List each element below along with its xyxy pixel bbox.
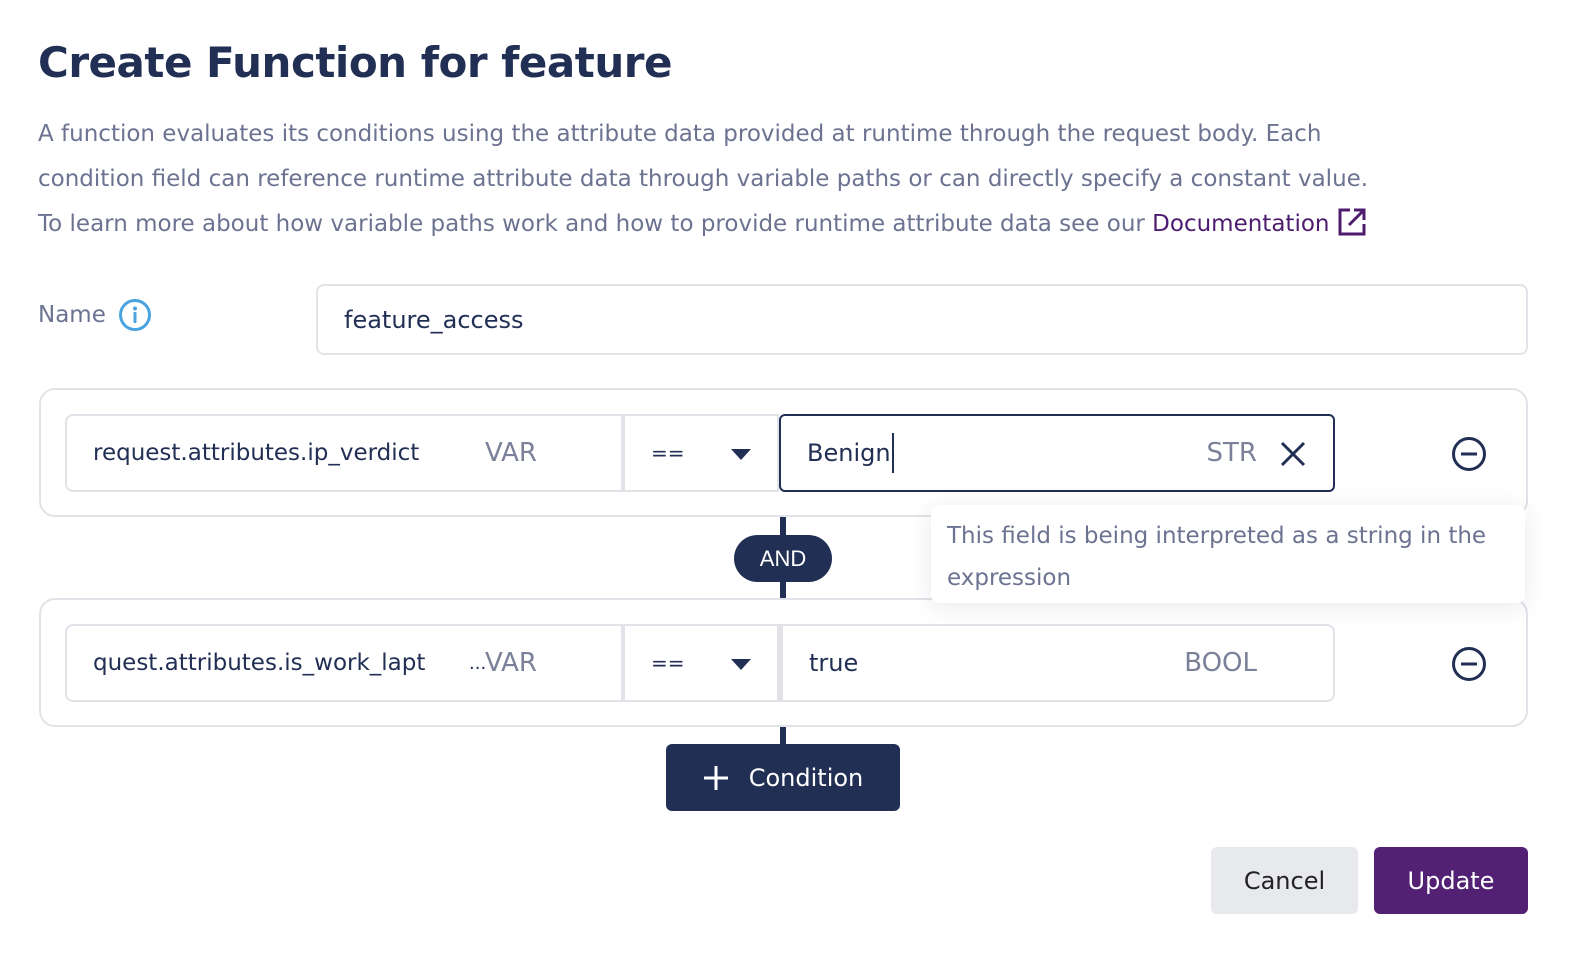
documentation-link-label[interactable]: Documentation — [1152, 211, 1329, 237]
lhs-type-tag: VAR — [485, 438, 537, 468]
chevron-down-icon[interactable] — [731, 449, 751, 460]
rhs-value[interactable]: true — [809, 649, 858, 677]
rhs-type-tag: STR — [1206, 438, 1257, 468]
remove-condition-icon[interactable] — [1451, 646, 1487, 682]
operator-dropdown[interactable]: == — [621, 624, 779, 702]
external-link-icon[interactable] — [1337, 207, 1367, 237]
description: A function evaluates its conditions usin… — [38, 112, 1538, 247]
condition-row: quest.attributes.is_work_lapt ... VAR ==… — [65, 624, 1335, 702]
remove-condition-icon[interactable] — [1451, 436, 1487, 472]
name-input[interactable] — [316, 284, 1528, 355]
description-text: To learn more about how variable paths w… — [38, 211, 1153, 237]
cancel-button[interactable]: Cancel — [1211, 847, 1358, 914]
type-tooltip: This field is being interpreted as a str… — [931, 505, 1525, 603]
condition-card: request.attributes.ip_verdict VAR == Ben… — [39, 388, 1528, 517]
description-line-with-link: To learn more about how variable paths w… — [38, 202, 1538, 247]
description-line: condition field can reference runtime at… — [38, 166, 1369, 192]
condition-card: quest.attributes.is_work_lapt ... VAR ==… — [39, 598, 1528, 727]
chevron-down-icon[interactable] — [731, 659, 751, 670]
operator-value[interactable]: == — [651, 441, 685, 465]
lhs-value[interactable]: quest.attributes.is_work_lapt — [93, 650, 443, 676]
text-cursor — [891, 433, 894, 473]
add-condition-button[interactable]: Condition — [666, 744, 900, 811]
page-title: Create Function for feature — [38, 38, 672, 87]
condition-rhs-field[interactable]: Benign STR — [779, 414, 1335, 492]
lhs-value[interactable]: request.attributes.ip_verdict — [93, 440, 443, 466]
condition-lhs-field[interactable]: request.attributes.ip_verdict VAR — [65, 414, 621, 492]
documentation-link[interactable]: Documentation — [1152, 208, 1367, 237]
operator-dropdown[interactable]: == — [621, 414, 779, 492]
lhs-ellipsis: ... — [469, 652, 487, 674]
connector-line — [780, 727, 786, 745]
info-icon[interactable] — [118, 298, 152, 332]
name-label-group: Name — [38, 298, 152, 332]
rhs-value[interactable]: Benign — [807, 439, 891, 467]
lhs-type-tag: VAR — [485, 648, 537, 678]
name-label: Name — [38, 302, 106, 328]
description-line: A function evaluates its conditions usin… — [38, 121, 1322, 147]
condition-rhs-field[interactable]: true BOOL — [779, 624, 1335, 702]
and-joiner[interactable]: AND — [734, 535, 832, 582]
operator-value[interactable]: == — [651, 651, 685, 675]
rhs-type-tag: BOOL — [1184, 648, 1257, 678]
update-button[interactable]: Update — [1374, 847, 1528, 914]
plus-icon — [703, 765, 728, 790]
add-condition-label: Condition — [748, 763, 864, 792]
condition-lhs-field[interactable]: quest.attributes.is_work_lapt ... VAR — [65, 624, 621, 702]
condition-row: request.attributes.ip_verdict VAR == Ben… — [65, 414, 1335, 492]
close-icon[interactable] — [1279, 440, 1307, 468]
